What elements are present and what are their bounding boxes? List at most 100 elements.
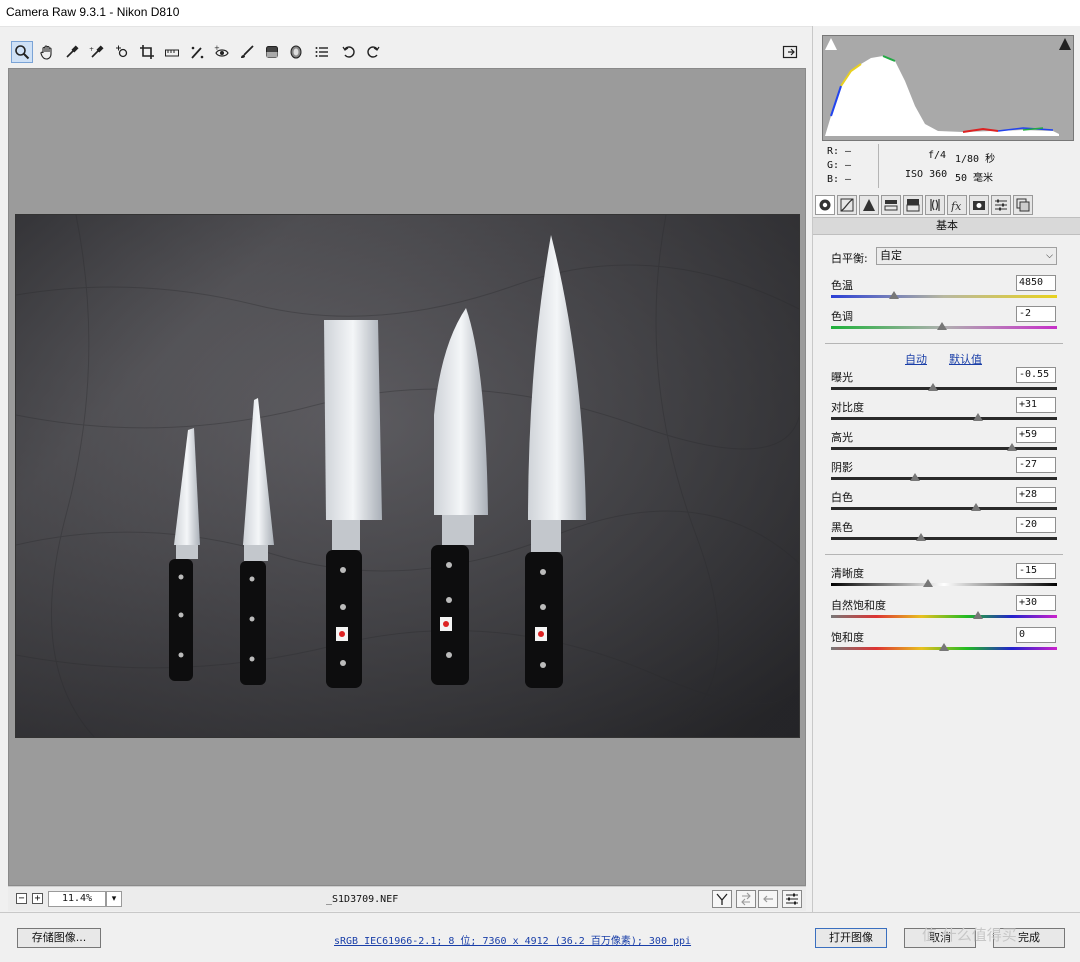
slider-value-vibrance[interactable]: +30 (1016, 595, 1056, 611)
slider-value-shadows[interactable]: -27 (1016, 457, 1056, 473)
image-preview-area[interactable] (8, 68, 806, 886)
tab-split-toning[interactable] (903, 195, 923, 215)
photo-preview (15, 214, 800, 738)
color-sampler-tool-button[interactable]: + (85, 41, 107, 63)
zoom-in-button[interactable]: + (32, 893, 43, 904)
tab-snapshots[interactable] (1013, 195, 1033, 215)
zoom-out-button[interactable]: − (16, 893, 27, 904)
presets-icon (995, 199, 1007, 211)
slider-thumb-tint[interactable] (936, 322, 947, 330)
tab-presets[interactable] (991, 195, 1011, 215)
crop-tool-button[interactable] (136, 41, 158, 63)
default-link[interactable]: 默认值 (949, 351, 982, 367)
slider-value-saturation[interactable]: 0 (1016, 627, 1056, 643)
tab-effects[interactable]: fx (947, 195, 967, 215)
slider-value-exposure[interactable]: -0.55 (1016, 367, 1056, 383)
rotate-right-button[interactable] (362, 41, 384, 63)
white-balance-select[interactable]: 自定 ⌵ (876, 247, 1057, 265)
slider-row-contrast: 对比度 +31 (813, 397, 1080, 429)
adjustment-brush-button[interactable] (236, 41, 258, 63)
svg-text:fx: fx (950, 200, 962, 212)
focal-length-value: 50 毫米 (955, 173, 994, 184)
slider-thumb-shadows[interactable] (909, 473, 920, 481)
slider-track-exposure[interactable] (831, 383, 1057, 391)
slider-track-temp[interactable] (831, 291, 1057, 299)
slider-value-clarity[interactable]: -15 (1016, 563, 1056, 579)
g-value: — (845, 160, 852, 171)
curve-icon (840, 198, 854, 212)
slider-row-vibrance: 自然饱和度 +30 (813, 595, 1080, 627)
slider-thumb-vibrance[interactable] (972, 611, 983, 619)
workflow-options-link[interactable]: sRGB IEC61966-2.1; 8 位; 7360 x 4912 (36.… (334, 932, 691, 947)
rotate-left-button[interactable] (338, 41, 360, 63)
fullscreen-toggle-icon (782, 45, 798, 59)
slider-value-temp[interactable]: 4850 (1016, 275, 1056, 291)
slider-track-contrast[interactable] (831, 413, 1057, 421)
zoom-tool-button[interactable] (11, 41, 33, 63)
tab-lens-corrections[interactable] (925, 195, 945, 215)
chevron-down-icon: ⌵ (1046, 251, 1053, 261)
iso-value: ISO 360 (905, 169, 948, 180)
graduated-filter-button[interactable] (261, 41, 283, 63)
preferences-button[interactable] (311, 41, 333, 63)
file-name: _S1D3709.NEF (326, 894, 399, 905)
swap-before-after-button[interactable] (736, 890, 756, 908)
slider-track-blacks[interactable] (831, 533, 1057, 541)
radial-filter-button[interactable] (285, 41, 307, 63)
slider-track-clarity[interactable] (831, 579, 1057, 587)
slider-thumb-exposure[interactable] (927, 383, 938, 391)
slider-value-blacks[interactable]: -20 (1016, 517, 1056, 533)
tab-tone-curve[interactable] (837, 195, 857, 215)
slider-value-tint[interactable]: -2 (1016, 306, 1056, 322)
slider-value-whites[interactable]: +28 (1016, 487, 1056, 503)
shutter-value: 1/80 秒 (955, 154, 996, 165)
toolbar: + + (8, 38, 806, 68)
hand-tool-button[interactable] (36, 41, 58, 63)
slider-track-saturation[interactable] (831, 643, 1057, 651)
slider-value-highlights[interactable]: +59 (1016, 427, 1056, 443)
slider-track-tint[interactable] (831, 322, 1057, 330)
slider-thumb-clarity[interactable] (923, 579, 934, 587)
fullscreen-toggle-button[interactable] (779, 41, 801, 63)
white-balance-tool-button[interactable] (61, 41, 83, 63)
slider-label-blacks: 黑色 (831, 521, 853, 534)
open-image-button[interactable]: 打开图像 (815, 928, 887, 948)
straighten-tool-button[interactable] (161, 41, 183, 63)
slider-thumb-contrast[interactable] (972, 413, 983, 421)
tab-detail[interactable] (859, 195, 879, 215)
zoom-level-field[interactable]: 11.4% (48, 891, 106, 907)
slider-row-whites: 白色 +28 (813, 487, 1080, 519)
copy-settings-button[interactable] (758, 890, 778, 908)
svg-text:+: + (89, 46, 94, 53)
save-image-button[interactable]: 存储图像... (17, 928, 101, 948)
targeted-adjustment-tool-button[interactable] (111, 41, 133, 63)
view-toggle-button[interactable] (712, 890, 732, 908)
slider-track-shadows[interactable] (831, 473, 1057, 481)
preview-settings-button[interactable] (782, 890, 802, 908)
slider-thumb-whites[interactable] (970, 503, 981, 511)
slider-track-highlights[interactable] (831, 443, 1057, 451)
slider-row-clarity: 清晰度 -15 (813, 563, 1080, 595)
zoom-dropdown-button[interactable]: ▾ (106, 891, 122, 907)
slider-thumb-saturation[interactable] (939, 643, 949, 651)
slider-track-vibrance[interactable] (831, 611, 1057, 619)
b-label: B: (827, 174, 840, 185)
tab-camera-calibration[interactable] (969, 195, 989, 215)
r-value: — (845, 146, 852, 157)
tab-hsl[interactable] (881, 195, 901, 215)
slider-track-whites[interactable] (831, 503, 1057, 511)
snapshots-icon (1016, 198, 1030, 212)
red-eye-tool-button[interactable]: + (211, 41, 233, 63)
slider-thumb-temp[interactable] (889, 291, 900, 299)
slider-value-contrast[interactable]: +31 (1016, 397, 1056, 413)
slider-thumb-blacks[interactable] (916, 533, 927, 541)
spot-removal-tool-button[interactable] (186, 41, 208, 63)
spot-removal-icon (191, 46, 204, 59)
auto-link[interactable]: 自动 (905, 351, 927, 367)
white-balance-label: 白平衡: (831, 252, 868, 265)
lens-icon (930, 199, 940, 211)
arrow-left-icon (763, 895, 773, 903)
tab-basic[interactable] (815, 195, 835, 215)
slider-thumb-highlights[interactable] (1006, 443, 1017, 451)
brush-icon (241, 45, 254, 58)
